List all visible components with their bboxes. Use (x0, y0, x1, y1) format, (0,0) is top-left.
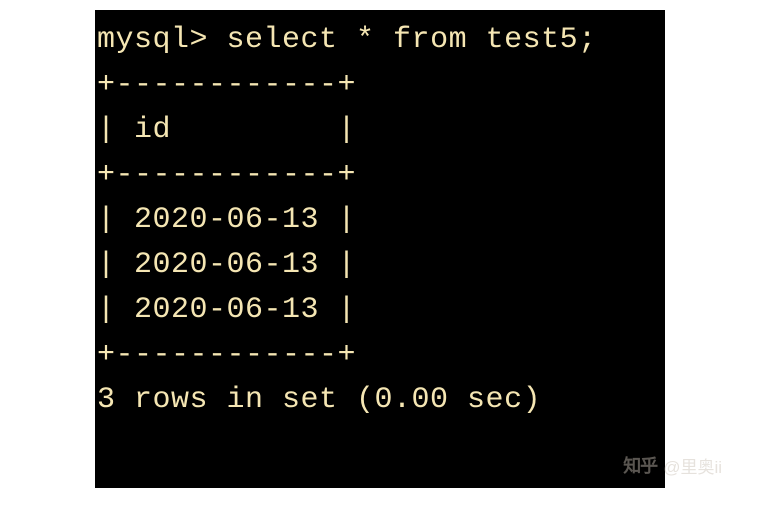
table-row: | 2020-06-13 | (97, 288, 663, 333)
watermark: 知乎 @里奥ii (623, 452, 722, 478)
table-border-top: +------------+ (97, 63, 663, 108)
query-text: select * from test5; (227, 23, 597, 57)
table-border-bottom: +------------+ (97, 333, 663, 378)
mysql-terminal[interactable]: mysql> select * from test5; +-----------… (95, 10, 665, 488)
table-border-mid: +------------+ (97, 153, 663, 198)
watermark-author: @里奥ii (663, 453, 722, 478)
table-row: | 2020-06-13 | (97, 198, 663, 243)
table-header: | id | (97, 108, 663, 153)
prompt: mysql> (97, 23, 227, 57)
table-row: | 2020-06-13 | (97, 243, 663, 288)
query-line: mysql> select * from test5; (97, 18, 663, 63)
result-status: 3 rows in set (0.00 sec) (97, 378, 663, 423)
zhihu-logo: 知乎 (623, 452, 657, 478)
